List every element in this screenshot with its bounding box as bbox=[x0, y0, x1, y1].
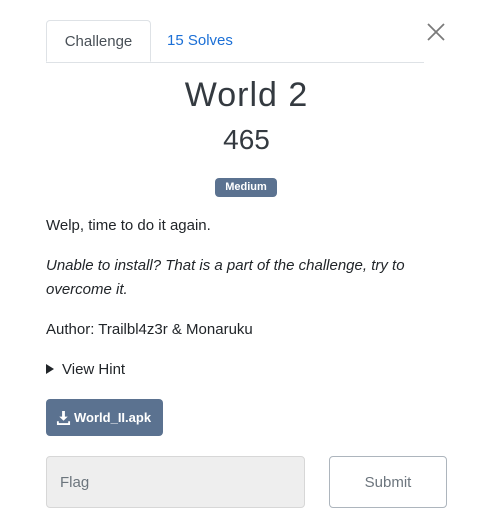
challenge-note: Unable to install? That is a part of the… bbox=[46, 257, 405, 298]
flag-input[interactable] bbox=[46, 456, 305, 508]
challenge-author: Author: Trailbl4z3r & Monaruku bbox=[46, 321, 253, 338]
submit-button[interactable]: Submit bbox=[329, 456, 447, 508]
view-hint-toggle[interactable]: View Hint bbox=[46, 358, 125, 382]
challenge-title: World 2 bbox=[184, 76, 309, 114]
difficulty-badge: Medium bbox=[215, 178, 277, 197]
challenge-value: 465 bbox=[223, 124, 270, 155]
download-file-label: World_II.apk bbox=[74, 410, 152, 425]
tab-solves[interactable]: 15 Solves bbox=[167, 20, 233, 61]
download-file-button[interactable]: World_II.apk bbox=[46, 399, 163, 436]
close-button[interactable] bbox=[424, 20, 448, 44]
download-icon bbox=[56, 410, 71, 425]
tab-bar: Challenge 15 Solves bbox=[46, 20, 424, 63]
caret-right-icon bbox=[46, 364, 54, 374]
hint-label: View Hint bbox=[62, 361, 126, 378]
challenge-description: Welp, time to do it again. bbox=[46, 217, 211, 234]
tab-challenge[interactable]: Challenge bbox=[46, 20, 151, 62]
close-icon bbox=[427, 23, 445, 41]
